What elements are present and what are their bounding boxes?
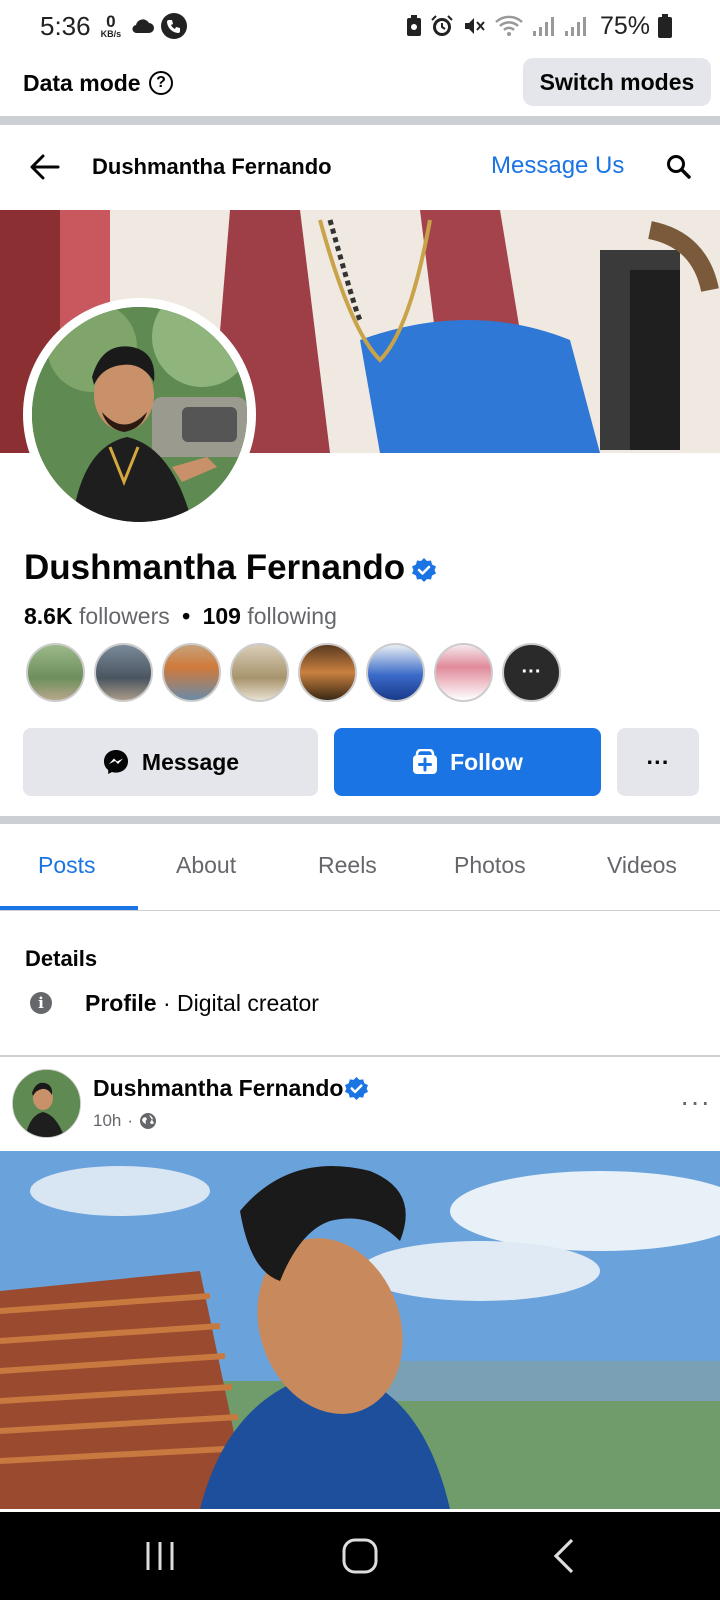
status-bar: 5:36 0 KB/s 75%	[0, 0, 720, 52]
switch-modes-button[interactable]: Switch modes	[523, 58, 711, 106]
following-count[interactable]: 109	[203, 603, 241, 629]
signal-icon	[532, 17, 554, 36]
back-nav-icon[interactable]	[544, 1534, 588, 1578]
friend-more[interactable]: ···	[502, 643, 561, 702]
post-options-icon[interactable]: ···	[680, 1088, 711, 1116]
tab-reels[interactable]: Reels	[318, 852, 377, 879]
follow-button-label: Follow	[450, 748, 523, 775]
followers-label: followers	[78, 603, 170, 629]
friend-avatar[interactable]	[366, 643, 425, 702]
data-mode-label: Data mode	[23, 70, 141, 96]
system-nav-bar	[0, 1512, 720, 1600]
followers-count[interactable]: 8.6K	[24, 603, 73, 629]
help-icon[interactable]: ?	[149, 71, 173, 95]
follow-icon	[413, 749, 438, 774]
tab-videos[interactable]: Videos	[607, 852, 677, 879]
net-speed: 0 KB/s	[101, 13, 122, 39]
post-header: Dushmantha Fernando 10h · ···	[0, 1057, 720, 1149]
divider	[0, 116, 720, 125]
friend-avatar[interactable]	[26, 643, 85, 702]
signal-icon	[564, 17, 586, 36]
friend-avatar[interactable]	[230, 643, 289, 702]
battery-saver-icon	[406, 15, 421, 36]
more-options-button[interactable]: ···	[617, 728, 699, 796]
friend-avatar[interactable]	[162, 643, 221, 702]
mute-icon	[464, 18, 485, 34]
tab-photos[interactable]: Photos	[454, 852, 526, 879]
follow-stats: 8.6K followers • 109 following	[24, 603, 337, 630]
post-time[interactable]: 10h	[93, 1111, 121, 1131]
avatar[interactable]	[32, 307, 247, 522]
follow-button[interactable]: Follow	[334, 728, 601, 796]
meta-separator: ·	[127, 1111, 134, 1130]
messenger-icon	[103, 750, 128, 774]
recent-apps-icon[interactable]	[138, 1534, 182, 1578]
cloud-icon	[132, 19, 155, 34]
message-button-label: Message	[141, 748, 240, 775]
profile-name: Dushmantha Fernando	[24, 548, 406, 587]
phone-icon	[161, 13, 188, 39]
search-icon[interactable]	[665, 153, 693, 181]
net-speed-value: 0	[106, 12, 116, 31]
info-icon: i	[30, 992, 52, 1014]
message-button[interactable]: Message	[23, 728, 318, 796]
verified-badge-icon	[412, 558, 436, 582]
profile-type-label: Profile	[85, 990, 157, 1016]
net-speed-unit: KB/s	[100, 29, 122, 39]
friend-avatar[interactable]	[434, 643, 493, 702]
details-heading: Details	[25, 946, 98, 971]
status-time: 5:36	[40, 10, 91, 41]
friend-avatar[interactable]	[298, 643, 357, 702]
friends-preview: ···	[26, 643, 561, 702]
globe-icon	[140, 1113, 157, 1129]
message-us-link[interactable]: Message Us	[491, 152, 624, 180]
active-tab-indicator	[0, 906, 138, 910]
post-meta: 10h ·	[93, 1111, 157, 1131]
profile-type-value: · Digital creator	[156, 990, 319, 1016]
home-icon[interactable]	[338, 1534, 382, 1578]
post-author-avatar[interactable]	[12, 1069, 81, 1138]
verified-badge-icon	[344, 1076, 369, 1101]
alarm-icon	[431, 15, 453, 36]
separator-dot: •	[182, 603, 191, 629]
battery-icon	[658, 14, 672, 38]
page-header: Dushmantha Fernando Message Us	[0, 126, 720, 210]
following-label: following	[247, 603, 337, 629]
friend-avatar[interactable]	[94, 643, 153, 702]
profile-tabs: Posts About Reels Photos Videos	[0, 824, 720, 911]
profile-type: Profile · Digital creator	[85, 990, 319, 1017]
battery-percent: 75%	[599, 11, 650, 40]
post-image[interactable]	[0, 1151, 720, 1509]
post-author-name[interactable]: Dushmantha Fernando	[93, 1075, 343, 1102]
divider	[0, 816, 720, 824]
wifi-icon	[495, 15, 523, 36]
tab-about[interactable]: About	[176, 852, 236, 879]
tab-posts[interactable]: Posts	[38, 852, 96, 879]
data-mode-bar: Data mode Switch modes	[0, 52, 720, 116]
back-arrow-icon[interactable]	[28, 150, 62, 184]
page-title: Dushmantha Fernando	[92, 154, 332, 179]
